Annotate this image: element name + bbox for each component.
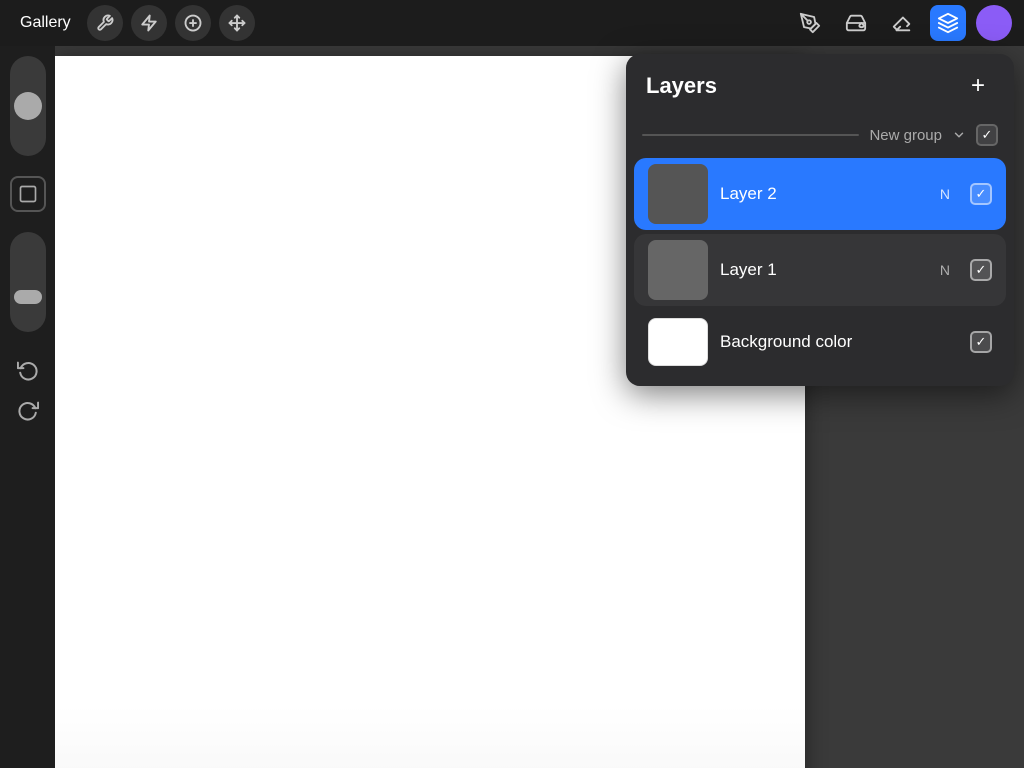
fill-tool-button[interactable] <box>838 5 874 41</box>
canvas-gradient <box>55 706 805 768</box>
toolbar-left: Gallery <box>12 5 255 41</box>
redo-button[interactable] <box>10 392 46 428</box>
layers-title: Layers <box>646 73 717 99</box>
layer-mode: N <box>940 186 950 202</box>
chevron-down-icon <box>952 128 966 142</box>
new-group-label: New group <box>869 127 942 144</box>
shape-tool-button[interactable] <box>10 176 46 212</box>
layer-visibility-checkbox[interactable] <box>970 183 992 205</box>
eraser-tool-button[interactable] <box>884 5 920 41</box>
adjustments-button[interactable] <box>131 5 167 41</box>
layer-name: Layer 1 <box>720 260 928 280</box>
layer-visibility-checkbox[interactable] <box>970 259 992 281</box>
selection-button[interactable] <box>175 5 211 41</box>
background-color-thumbnail <box>648 318 708 366</box>
left-sidebar <box>0 46 55 768</box>
layer-thumbnail <box>648 164 708 224</box>
layer-row[interactable]: Layer 1 N <box>634 234 1006 306</box>
top-toolbar: Gallery <box>0 0 1024 46</box>
brush-size-slider[interactable] <box>10 56 46 156</box>
layer-row[interactable]: Layer 2 N <box>634 158 1006 230</box>
layer-mode: N <box>940 262 950 278</box>
layers-header: Layers + <box>626 54 1014 116</box>
new-group-checkbox[interactable] <box>976 124 998 146</box>
background-color-label: Background color <box>720 332 958 352</box>
gallery-button[interactable]: Gallery <box>12 10 79 36</box>
undo-button[interactable] <box>10 352 46 388</box>
layers-panel: Layers + New group Layer 2 N Layer 1 N B… <box>626 54 1014 386</box>
pen-tool-button[interactable] <box>792 5 828 41</box>
opacity-thumb <box>14 290 42 304</box>
layer-name: Layer 2 <box>720 184 928 204</box>
brush-size-thumb <box>14 92 42 120</box>
layers-add-button[interactable]: + <box>962 70 994 102</box>
layers-button[interactable] <box>930 5 966 41</box>
layer-thumbnail <box>648 240 708 300</box>
new-group-row[interactable]: New group <box>626 116 1014 154</box>
toolbar-right <box>792 5 1012 41</box>
background-color-row[interactable]: Background color <box>634 310 1006 382</box>
wrench-button[interactable] <box>87 5 123 41</box>
background-visibility-checkbox[interactable] <box>970 331 992 353</box>
avatar-button[interactable] <box>976 5 1012 41</box>
opacity-slider[interactable] <box>10 232 46 332</box>
transform-button[interactable] <box>219 5 255 41</box>
new-group-line <box>642 134 859 136</box>
